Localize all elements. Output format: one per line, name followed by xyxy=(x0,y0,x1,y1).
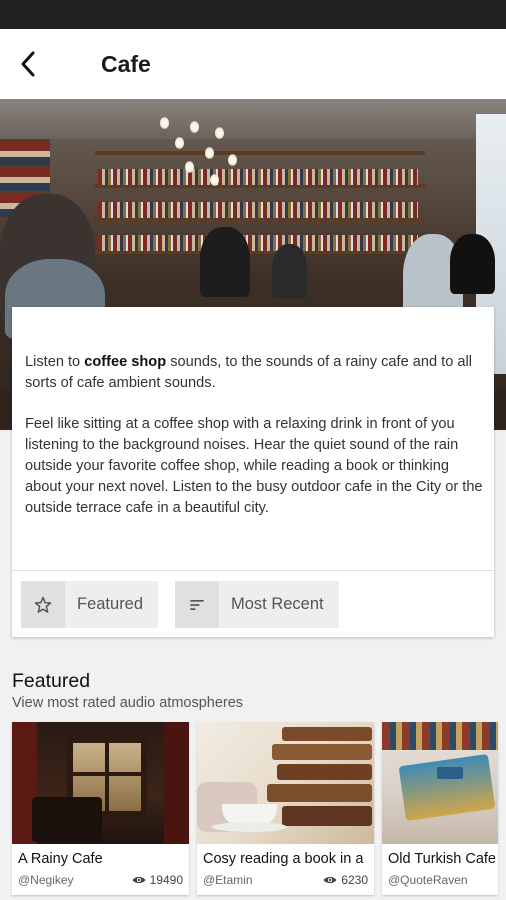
most-recent-filter-button[interactable]: Most Recent xyxy=(175,581,339,628)
card-title: Old Turkish Cafe xyxy=(388,851,496,867)
featured-filter-button[interactable]: Featured xyxy=(21,581,159,628)
atmosphere-card[interactable]: Old Turkish Cafe @QuoteRaven xyxy=(382,722,498,895)
card-views: 19490 xyxy=(132,873,183,887)
card-views: 6230 xyxy=(323,873,368,887)
description-paragraph-1: Listen to coffee shop sounds, to the sou… xyxy=(25,354,472,391)
back-button[interactable] xyxy=(0,29,56,99)
eye-icon xyxy=(323,876,337,884)
most-recent-filter-label: Most Recent xyxy=(231,595,324,613)
card-author: @QuoteRaven xyxy=(388,873,468,887)
app-bar: Cafe xyxy=(0,29,506,99)
card-view-count: 19490 xyxy=(149,873,183,887)
status-bar xyxy=(0,0,506,29)
card-divider xyxy=(12,570,494,571)
description-paragraph-2: Feel like sitting at a coffee shop with … xyxy=(25,416,483,516)
card-title: Cosy reading a book in a xyxy=(203,851,364,867)
card-thumbnail xyxy=(12,722,189,844)
description-card: Listen to coffee shop sounds, to the sou… xyxy=(12,307,494,637)
atmosphere-card[interactable]: A Rainy Cafe @Negikey 19490 xyxy=(12,722,189,895)
card-author: @Etamin xyxy=(203,873,253,887)
section-title: Featured xyxy=(12,670,91,692)
atmosphere-card[interactable]: Cosy reading a book in a @Etamin 6230 xyxy=(197,722,374,895)
card-author: @Negikey xyxy=(18,873,74,887)
section-subtitle: View most rated audio atmospheres xyxy=(12,695,244,711)
description-highlight: coffee shop xyxy=(84,354,167,370)
card-view-count: 6230 xyxy=(341,873,368,887)
page-title: Cafe xyxy=(101,50,151,77)
card-title: A Rainy Cafe xyxy=(18,851,103,867)
card-thumbnail xyxy=(197,722,374,844)
card-thumbnail xyxy=(382,722,498,844)
eye-icon xyxy=(132,876,146,884)
sort-lines-icon xyxy=(175,581,219,628)
back-arrow-icon xyxy=(21,51,35,77)
description-text: Listen to coffee shop sounds, to the sou… xyxy=(25,352,485,539)
featured-filter-label: Featured xyxy=(77,595,144,613)
star-outline-icon xyxy=(21,581,65,628)
